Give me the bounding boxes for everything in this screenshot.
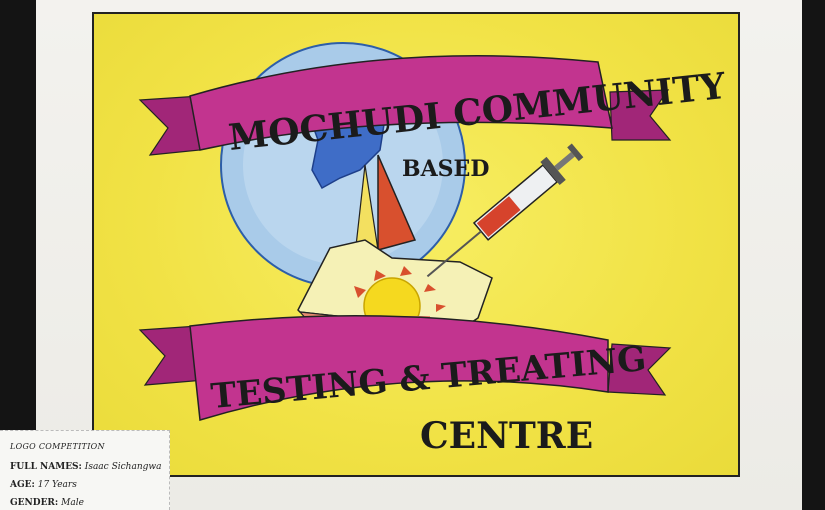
- full-names-value: Isaac Sichangwa: [84, 462, 162, 472]
- age-key: AGE:: [10, 480, 35, 490]
- full-names-key: FULL NAMES:: [10, 462, 82, 472]
- age-value: 17 Years: [37, 480, 77, 490]
- label-full-names: FULL NAMES: Isaac Sichangwa: [10, 461, 169, 473]
- artwork-title-line-4: CENTRE: [420, 415, 593, 457]
- label-gender: GENDER: Male: [10, 497, 169, 509]
- artwork-title-line-2: BASED: [402, 156, 489, 182]
- gender-value: Male: [61, 498, 84, 508]
- label-title: LOGO COMPETITION: [10, 442, 105, 451]
- gender-key: GENDER:: [10, 498, 59, 508]
- entry-label: LOGO COMPETITION FULL NAMES: Isaac Sicha…: [0, 430, 170, 510]
- label-age: AGE: 17 Years: [10, 479, 169, 491]
